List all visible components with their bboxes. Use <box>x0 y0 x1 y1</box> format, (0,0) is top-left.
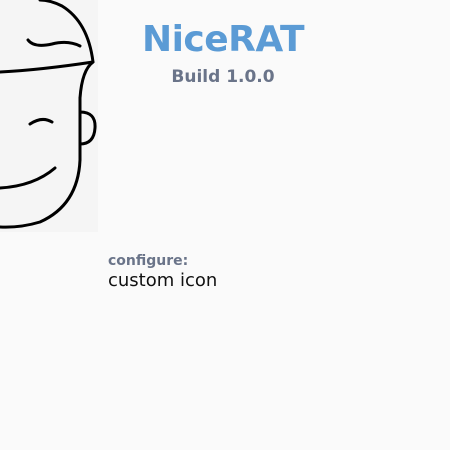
app-title: NiceRAT <box>141 19 305 60</box>
cartoon-face-icon <box>0 0 97 229</box>
build-version: Build 1.0.0 <box>171 67 275 87</box>
configure-block: configure: custom icon <box>108 252 217 292</box>
configure-label: configure: <box>108 253 189 269</box>
configure-value: custom icon <box>108 270 218 291</box>
face-panel <box>0 0 98 232</box>
